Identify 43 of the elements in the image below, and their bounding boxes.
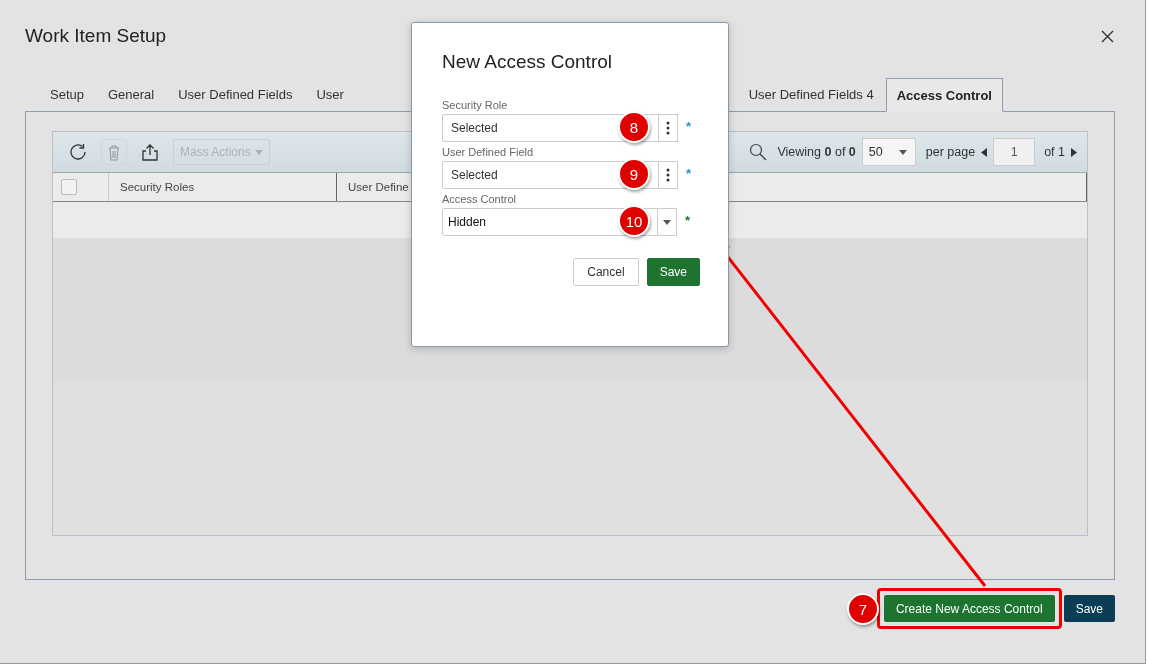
step-number-marker: 10 (618, 205, 650, 237)
page-size-select[interactable]: 50 (861, 138, 916, 166)
save-button[interactable]: Save (1063, 595, 1115, 622)
column-header[interactable]: Security Roles (109, 173, 337, 201)
tab[interactable]: Access Control (885, 78, 1003, 112)
record-count: Viewing 0 of 0 (777, 145, 856, 159)
per-page-label: per page (925, 145, 976, 159)
dropdown-toggle[interactable] (658, 208, 677, 236)
share-icon (141, 143, 159, 161)
more-vertical-icon (666, 121, 670, 135)
picker-button[interactable] (659, 161, 678, 189)
tab[interactable]: User Defined Fields 4 (748, 87, 874, 111)
previous-page-icon[interactable] (981, 147, 988, 157)
caret-down-icon (254, 149, 263, 155)
create-button[interactable]: Create New Access Control (883, 595, 1055, 622)
picker-button[interactable] (659, 114, 678, 142)
tab[interactable]: General (108, 87, 155, 111)
select-all-checkbox[interactable] (61, 179, 77, 195)
step-number-marker: 8 (618, 111, 650, 143)
tab[interactable]: User Defined Fields (178, 87, 293, 111)
caret-down-icon (663, 219, 671, 225)
next-page-icon[interactable] (1071, 147, 1077, 157)
field-label: Security Role (442, 99, 508, 111)
step-number-marker: 7 (846, 593, 879, 625)
caret-down-icon (898, 149, 907, 155)
required-mark: * (685, 212, 691, 228)
close-icon (1100, 29, 1114, 43)
required-mark: * (686, 118, 692, 134)
search-icon (749, 143, 768, 161)
page-number-field[interactable]: 1 (993, 138, 1036, 166)
more-vertical-icon (666, 168, 670, 182)
save-button[interactable]: Save (646, 258, 700, 286)
tab[interactable]: User (316, 87, 344, 111)
window-title: Work Item Setup (25, 25, 167, 47)
page-count: of 1 (1044, 145, 1065, 159)
required-mark: * (686, 165, 692, 181)
dialog-title: New Access Control (442, 51, 613, 73)
cancel-button[interactable]: Cancel (573, 258, 639, 286)
field-label: User Defined Field (442, 146, 534, 158)
field-label: Access Control (442, 193, 516, 205)
tab[interactable]: Setup (50, 87, 84, 111)
refresh-icon (69, 143, 87, 161)
step-number-marker: 9 (618, 158, 650, 190)
